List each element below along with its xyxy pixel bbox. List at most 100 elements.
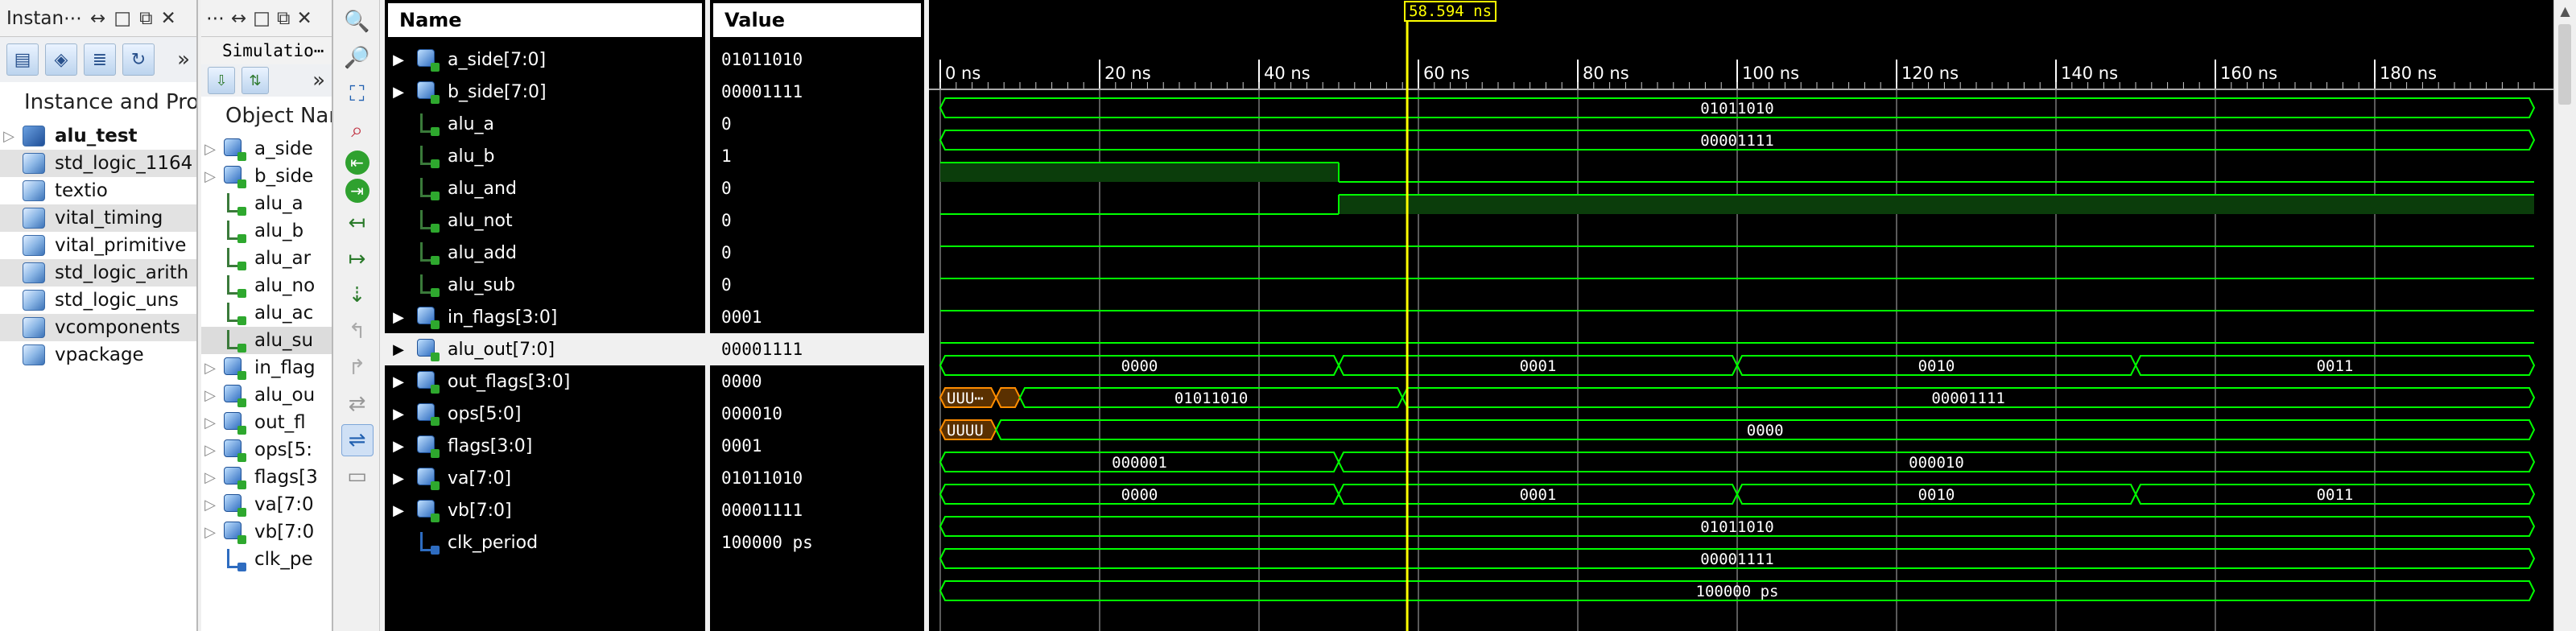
tree-item[interactable]: vital_timing <box>0 204 196 232</box>
chevron-right-icon[interactable]: » <box>312 68 325 93</box>
signal-row[interactable]: alu_b <box>385 140 705 172</box>
signal-row[interactable]: ▶ a_side[7:0] <box>385 43 705 76</box>
object-item[interactable]: alu_a <box>201 190 332 217</box>
bus-signal-icon <box>222 410 246 435</box>
go-to-end-icon[interactable]: ⇥ <box>345 179 369 203</box>
object-item[interactable]: alu_ar <box>201 245 332 272</box>
floating-ruler-icon[interactable]: ▭ <box>341 460 374 493</box>
expand-icon[interactable]: ▷ <box>201 524 219 541</box>
tree-item[interactable]: vital_primitive <box>0 232 196 259</box>
object-item[interactable]: ▷ b_side <box>201 163 332 190</box>
next-marker-icon[interactable]: ↱ <box>341 352 374 384</box>
signal-row[interactable]: ▶ out_flags[3:0] <box>385 365 705 398</box>
object-item[interactable]: alu_su <box>201 327 332 354</box>
value-column-header[interactable]: Value <box>713 3 921 37</box>
signal-row[interactable]: alu_add <box>385 237 705 269</box>
expand-icon[interactable]: ▷ <box>201 469 219 486</box>
close-icon[interactable]: ✕ <box>161 8 176 29</box>
zoom-to-cursor-icon[interactable]: ⌕ <box>341 114 374 146</box>
move-icon[interactable]: ↔ <box>231 8 246 29</box>
expand-arrow-icon[interactable]: ▶ <box>385 470 412 487</box>
expand-icon[interactable]: ▷ <box>201 360 219 377</box>
zoom-fit-icon[interactable]: ⛶ <box>341 78 374 110</box>
object-item[interactable]: ▷ out_fl <box>201 409 332 436</box>
scrollbar-thumb[interactable] <box>2558 24 2571 105</box>
object-item[interactable]: ▷ flags[3 <box>201 464 332 491</box>
signal-row[interactable]: ▶ alu_out[7:0] <box>385 333 705 365</box>
expand-arrow-icon[interactable]: ▶ <box>385 341 412 358</box>
object-item[interactable]: ▷ ops[5: <box>201 436 332 464</box>
name-column-header[interactable]: Name <box>388 3 702 37</box>
maximize-icon[interactable]: □ <box>114 8 131 29</box>
signal-row[interactable]: ▶ flags[3:0] <box>385 430 705 462</box>
snap-to-transition-icon[interactable]: ⇌ <box>341 424 374 456</box>
signal-row[interactable]: alu_a <box>385 108 705 140</box>
add-marker-icon[interactable]: ⇣ <box>341 279 374 311</box>
show-processes-button[interactable]: ≣ <box>84 43 116 76</box>
object-item[interactable]: alu_b <box>201 217 332 245</box>
signal-row[interactable]: ▶ ops[5:0] <box>385 398 705 430</box>
expand-icon[interactable]: ▷ <box>201 168 219 185</box>
scroll-up-icon[interactable]: ▲ <box>2554 0 2576 23</box>
expand-icon[interactable]: ▷ <box>201 414 219 431</box>
expand-arrow-icon[interactable]: ▶ <box>385 406 412 423</box>
waveform-canvas[interactable]: 0 ns 20 ns 40 ns 60 ns 80 ns 100 ns 120 ns 140 … <box>929 0 2553 631</box>
refresh-button[interactable]: ↻ <box>122 43 155 76</box>
object-item[interactable]: alu_ac <box>201 299 332 327</box>
expand-icon[interactable]: ▷ <box>0 128 18 145</box>
zoom-in-icon[interactable]: 🔍 <box>341 6 374 38</box>
tree-item[interactable]: std_logic_1164 <box>0 150 196 177</box>
restore-icon[interactable]: ⧉ <box>277 8 290 29</box>
tick-label: 20 ns <box>1104 64 1151 83</box>
input-output-filter-button[interactable]: ⇩ <box>208 67 235 94</box>
object-item[interactable]: ▷ a_side <box>201 135 332 163</box>
signal-row[interactable]: alu_sub <box>385 269 705 301</box>
tree-item[interactable]: textio <box>0 177 196 204</box>
object-item[interactable]: ▷ vb[7:0 <box>201 518 332 546</box>
go-to-start-icon[interactable]: ⇤ <box>345 151 369 175</box>
expand-arrow-icon[interactable]: ▶ <box>385 309 412 326</box>
tree-item[interactable]: std_logic_uns <box>0 287 196 314</box>
signal-row[interactable]: ▶ in_flags[3:0] <box>385 301 705 333</box>
object-item[interactable]: ▷ va[7:0 <box>201 491 332 518</box>
expand-arrow-icon[interactable]: ▶ <box>385 502 412 519</box>
signal-row[interactable]: alu_not <box>385 204 705 237</box>
collapse-all-button[interactable]: ▤ <box>6 43 39 76</box>
expand-arrow-icon[interactable]: ▶ <box>385 52 412 68</box>
signal-name: alu_a <box>448 113 495 134</box>
expand-icon[interactable]: ▷ <box>201 141 219 158</box>
signal-row[interactable]: ▶ va[7:0] <box>385 462 705 494</box>
signal-row[interactable]: ▶ b_side[7:0] <box>385 76 705 108</box>
swap-cursors-icon[interactable]: ⇄ <box>341 388 374 420</box>
tree-item[interactable]: std_logic_arith <box>0 259 196 287</box>
chevron-right-icon[interactable]: » <box>177 47 190 72</box>
tree-item[interactable]: vcomponents <box>0 314 196 341</box>
previous-transition-icon[interactable]: ↤ <box>341 207 374 239</box>
signal-row[interactable]: clk_period <box>385 526 705 559</box>
expand-icon[interactable]: ▷ <box>201 442 219 459</box>
maximize-icon[interactable]: □ <box>253 8 270 29</box>
object-item[interactable]: clk_pe <box>201 546 332 573</box>
signal-row[interactable]: alu_and <box>385 172 705 204</box>
tree-item[interactable]: vpackage <box>0 341 196 369</box>
expand-arrow-icon[interactable]: ▶ <box>385 84 412 101</box>
expand-arrow-icon[interactable]: ▶ <box>385 373 412 390</box>
signal-row[interactable]: ▶ vb[7:0] <box>385 494 705 526</box>
expand-arrow-icon[interactable]: ▶ <box>385 438 412 455</box>
restore-icon[interactable]: ⧉ <box>139 8 152 29</box>
object-item[interactable]: ▷ in_flag <box>201 354 332 381</box>
bus-signal-icon <box>222 383 246 407</box>
close-icon[interactable]: ✕ <box>296 8 312 29</box>
internal-signals-filter-button[interactable]: ⇅ <box>242 67 269 94</box>
next-transition-icon[interactable]: ↦ <box>341 243 374 275</box>
vertical-scrollbar[interactable]: ▲ <box>2553 0 2576 631</box>
show-packages-button[interactable]: ◈ <box>45 43 77 76</box>
expand-icon[interactable]: ▷ <box>201 497 219 513</box>
previous-marker-icon[interactable]: ↰ <box>341 316 374 348</box>
object-item[interactable]: ▷ alu_ou <box>201 381 332 409</box>
expand-icon[interactable]: ▷ <box>201 387 219 404</box>
zoom-out-icon[interactable]: 🔎 <box>341 42 374 74</box>
move-icon[interactable]: ↔ <box>90 8 105 29</box>
object-item[interactable]: alu_no <box>201 272 332 299</box>
tree-item[interactable]: ▷ alu_test <box>0 122 196 150</box>
